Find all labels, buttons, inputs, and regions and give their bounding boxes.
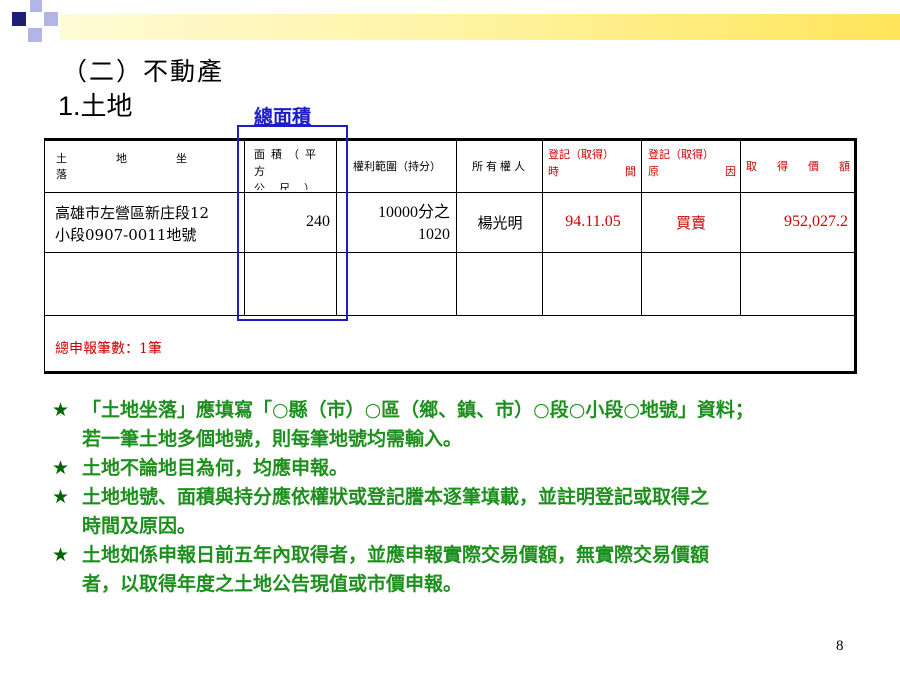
location-line1: 高雄市左營區新庄段12 [55,204,210,222]
header-land-location-label: 土地坐落 [56,152,236,181]
header-time-line1: 登記（取得） [548,148,614,161]
header-reason-char-1: 原 [648,165,659,178]
header-price-char: 價 [808,160,819,173]
header-scope: 權利範圍（持分） [353,160,441,173]
header-price-char: 得 [777,160,788,173]
header-time-char-1: 時 [548,165,559,178]
header-area-line2: 公尺） [254,182,329,190]
header-price-char: 額 [839,160,850,173]
scope-line2: 1020 [418,226,450,243]
callout-label-total-area: 總面積 [254,107,312,128]
header-gradient-bar [60,14,900,40]
row-registration-reason: 買賣 [675,214,706,232]
table-divider [456,141,457,315]
table-divider [44,315,855,316]
star-icon: ★ [52,486,70,508]
row-land-location: 高雄市左營區新庄段12 小段0907-0011地號 [55,202,245,246]
note-item: ★ 「土地坐落」應填寫「○縣（市）○區（鄉、鎮、市）○段○小段○地號」資料； 若… [52,396,872,454]
row-registration-time: 94.11.05 [565,213,621,230]
section-heading: 1.土地 [58,86,133,123]
header-price-char: 取 [746,160,757,173]
note-line: 若一筆土地多個地號，則每筆地號均需輸入。 [82,428,463,450]
star-icon: ★ [52,457,70,479]
page-number: 8 [836,638,844,654]
location-line2: 小段0907-0011地號 [55,226,197,244]
note-line: 土地不論地目為何，均應申報。 [82,457,349,479]
note-line: 者，以取得年度之土地公告現值或市價申報。 [82,573,463,595]
header-registration-time: 登記（取得） 時 間 [548,146,636,190]
header-time-char-2: 間 [625,165,636,178]
note-item: ★ 土地如係申報日前五年內取得者，並應申報實際交易價額，無實際交易價額 者，以取… [52,541,872,599]
table-divider [336,141,337,315]
header-area: 面積（平方 公尺） [250,146,336,190]
row-acquisition-price: 952,027.2 [784,213,848,230]
note-line: 土地地號、面積與持分應依權狀或登記謄本逐筆填載，並註明登記或取得之 [82,486,710,508]
section-subtitle: （二）不動產 [62,57,225,86]
star-icon: ★ [52,399,70,421]
note-item: ★ 土地不論地目為何，均應申報。 [52,454,872,483]
note-item: ★ 土地地號、面積與持分應依權狀或登記謄本逐筆填載，並註明登記或取得之 時間及原… [52,483,872,541]
row-scope: 10000分之 1020 [338,202,450,246]
header-acquisition-price: 取 得 價 額 [746,140,850,192]
note-line: 土地如係申報日前五年內取得者，並應申報實際交易價額，無實際交易價額 [82,544,710,566]
table-divider [542,141,543,315]
note-line: 「土地坐落」應填寫「○縣（市）○區（鄉、鎮、市）○段○小段○地號」資料； [82,399,754,421]
scope-line1: 10000分之 [377,204,450,221]
notes-list: ★ 「土地坐落」應填寫「○縣（市）○區（鄉、鎮、市）○段○小段○地號」資料； 若… [52,396,872,599]
heading-text: 土地 [80,92,133,122]
total-count: 總申報筆數：1筆 [55,341,162,357]
header-area-line1: 面積（平方 [254,148,322,178]
row-area: 240 [306,213,330,230]
table-divider [44,192,855,193]
table-divider [740,141,741,315]
heading-number: 1. [58,91,81,121]
header-owner: 所有權人 [472,160,528,173]
header-land-location: 土地坐落 [52,140,242,192]
row-owner: 楊光明 [477,214,523,232]
header-reason-line1: 登記（取得） [648,148,714,161]
header-reason-char-2: 因 [725,165,736,178]
table-divider [44,252,855,253]
header-registration-reason: 登記（取得） 原 因 [648,146,736,190]
star-icon: ★ [52,544,70,566]
note-line: 時間及原因。 [82,515,197,537]
